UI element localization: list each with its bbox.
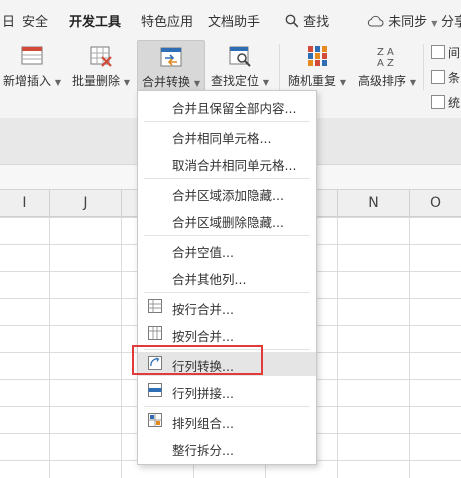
find-locate-label: 查找定位 (211, 74, 260, 88)
highlight-annotation-box (132, 345, 263, 375)
find-locate-icon (229, 46, 251, 67)
chevron-down-icon: ▼ (339, 78, 346, 87)
ribbon-separator (279, 44, 280, 90)
random-repeat-label: 随机重复 (288, 74, 337, 88)
menu-item-start[interactable]: 日 (2, 11, 15, 30)
merge-columns-icon (148, 326, 162, 340)
menu-item-merge-empty[interactable]: 合并空值... (138, 238, 316, 262)
column-header[interactable]: O (410, 190, 461, 216)
menu-item-merge-other-columns[interactable]: 合并其他列... (138, 265, 316, 289)
menu-item-security[interactable]: 安全 (22, 11, 48, 30)
side-button-3[interactable]: 统 (431, 94, 460, 111)
insert-new-button[interactable]: 新增插入 ▼ (2, 40, 62, 90)
menu-item-developer-tools[interactable]: 开发工具 (69, 11, 121, 30)
grid-icon (431, 70, 445, 84)
ribbon-separator (423, 44, 424, 90)
permutation-icon (148, 413, 162, 427)
menu-bar: 日 安全 开发工具 特色应用 文档助手 查找 未同步 ▼ 分享 (0, 0, 461, 38)
svg-text:A: A (387, 47, 394, 58)
search-label: 查找 (303, 15, 330, 30)
svg-text:Z: Z (387, 58, 394, 68)
chevron-down-icon: ▼ (54, 78, 61, 87)
random-repeat-icon (308, 46, 327, 66)
chevron-down-icon: ▼ (123, 78, 130, 87)
svg-text:A: A (377, 58, 384, 68)
insert-row-icon (21, 46, 43, 65)
column-header[interactable]: N (338, 190, 410, 216)
menu-item-merge-area-add-hidden[interactable]: 合并区域添加隐藏... (138, 181, 316, 205)
concat-icon (148, 383, 162, 397)
svg-text:Z: Z (377, 47, 384, 58)
merge-rows-icon (148, 299, 162, 313)
merge-convert-dropdown: 合并且保留全部内容... 合并相同单元格... 取消合并相同单元格... 合并区… (137, 90, 317, 465)
batch-delete-button[interactable]: 批量删除 ▼ (70, 40, 132, 90)
search-icon (285, 14, 299, 28)
merge-convert-icon (160, 47, 182, 67)
grid-icon (431, 45, 445, 59)
insert-new-label: 新增插入 (3, 74, 52, 88)
menu-item-permutation[interactable]: 排列组合... (138, 409, 316, 433)
sync-status[interactable]: 未同步 ▼ (367, 11, 437, 30)
delete-grid-icon (90, 46, 112, 67)
sync-label: 未同步 (388, 15, 428, 30)
menu-item-row-column-concat[interactable]: 行列拼接... (138, 379, 316, 403)
batch-delete-label: 批量删除 (72, 74, 121, 88)
chevron-down-icon: ▼ (193, 79, 200, 88)
chevron-down-icon: ▼ (262, 78, 269, 87)
search-menu[interactable]: 查找 (285, 11, 329, 30)
menu-item-unmerge-same-cells[interactable]: 取消合并相同单元格... (138, 151, 316, 175)
side-button-1[interactable]: 间 (431, 44, 460, 61)
menu-item-merge-keep-all[interactable]: 合并且保留全部内容... (138, 94, 316, 118)
side-button-2[interactable]: 条 (431, 69, 460, 86)
advanced-sort-label: 高级排序 (358, 74, 407, 88)
menu-item-merge-by-column[interactable]: 按列合并... (138, 322, 316, 346)
menu-item-merge-area-remove-hidden[interactable]: 合并区域删除隐藏... (138, 208, 316, 232)
chart-icon (431, 95, 445, 109)
merge-convert-button[interactable]: 合并转换 ▼ (137, 40, 205, 92)
menu-item-split-rows[interactable]: 整行拆分... (138, 436, 316, 460)
chevron-down-icon: ▼ (409, 78, 416, 87)
column-header[interactable]: J (50, 190, 122, 216)
chevron-down-icon: ▼ (431, 19, 438, 28)
advanced-sort-button[interactable]: Z A A Z 高级排序 ▼ (356, 40, 418, 90)
menu-item-merge-by-row[interactable]: 按行合并... (138, 295, 316, 319)
column-header[interactable]: I (0, 190, 50, 216)
merge-convert-label: 合并转换 (142, 75, 191, 89)
find-locate-button[interactable]: 查找定位 ▼ (208, 40, 272, 90)
menu-item-special-apps[interactable]: 特色应用 (141, 11, 193, 30)
menu-item-doc-assistant[interactable]: 文档助手 (208, 11, 260, 30)
menu-item-merge-same-cells[interactable]: 合并相同单元格... (138, 124, 316, 148)
random-repeat-button[interactable]: 随机重复 ▼ (286, 40, 348, 90)
sort-az-icon: Z A A Z (377, 47, 394, 68)
share-button[interactable]: 分享 (441, 11, 461, 30)
cloud-icon (367, 15, 384, 27)
